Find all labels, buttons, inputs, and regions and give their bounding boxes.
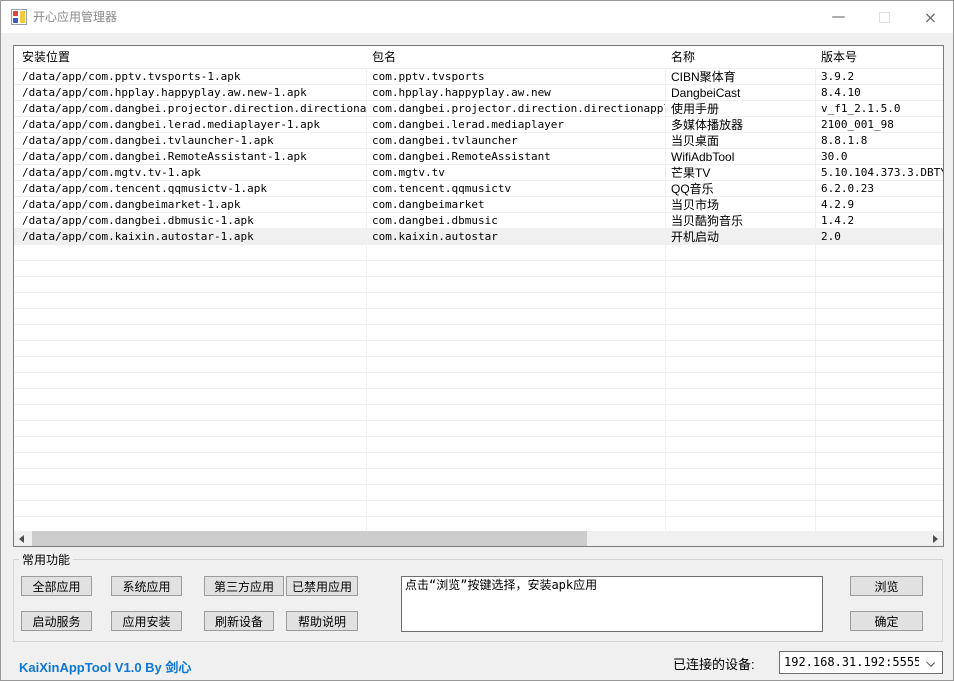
cell-app-name: CIBN聚体育 — [665, 69, 815, 85]
cell-app-name: 使用手册 — [665, 101, 815, 117]
device-select[interactable]: 192.168.31.192:5555 — [779, 651, 943, 674]
horizontal-scrollbar[interactable] — [14, 531, 943, 546]
cell-install-location: /data/app/com.pptv.tvsports-1.apk — [14, 69, 366, 85]
table-row[interactable]: /data/app/com.dangbei.RemoteAssistant-1.… — [14, 149, 943, 165]
cell-app-name: 当贝桌面 — [665, 133, 815, 149]
ok-button[interactable]: 确定 — [850, 611, 923, 631]
cell-version: 1.4.2 — [815, 213, 943, 229]
table-row[interactable]: /data/app/com.dangbei.lerad.mediaplayer-… — [14, 117, 943, 133]
cell-app-name: QQ音乐 — [665, 181, 815, 197]
cell-app-name: 开机启动 — [665, 229, 815, 245]
cell-version: v_f1_2.1.5.0 — [815, 101, 943, 117]
table-row[interactable]: /data/app/com.kaixin.autostar-1.apk com.… — [14, 229, 943, 245]
cell-version: 6.2.0.23 — [815, 181, 943, 197]
help-button[interactable]: 帮助说明 — [286, 611, 358, 631]
table-row[interactable]: /data/app/com.tencent.qqmusictv-1.apk co… — [14, 181, 943, 197]
cell-install-location: /data/app/com.mgtv.tv-1.apk — [14, 165, 366, 181]
cell-version: 30.0 — [815, 149, 943, 165]
refresh-device-button[interactable]: 刷新设备 — [204, 611, 274, 631]
table-row[interactable]: /data/app/com.hpplay.happyplay.aw.new-1.… — [14, 85, 943, 101]
start-service-button[interactable]: 启动服务 — [21, 611, 92, 631]
cell-app-name: 芒果TV — [665, 165, 815, 181]
app-window: 开心应用管理器 — □ × 安装位置 包名 名称 版本号 /data/app/c… — [0, 0, 954, 681]
cell-app-name: WifiAdbTool — [665, 149, 815, 165]
device-select-value: 192.168.31.192:5555 — [784, 652, 919, 673]
cell-app-name: 当贝酷狗音乐 — [665, 213, 815, 229]
app-version-label: KaiXinAppTool V1.0 By 剑心 — [19, 657, 191, 676]
cell-version: 3.9.2 — [815, 69, 943, 85]
maximize-icon[interactable]: □ — [862, 1, 907, 33]
app-icon — [11, 9, 27, 25]
cell-version: 2100_001_98 — [815, 117, 943, 133]
cell-install-location: /data/app/com.dangbei.RemoteAssistant-1.… — [14, 149, 366, 165]
cell-version: 8.8.1.8 — [815, 133, 943, 149]
cell-version: 4.2.9 — [815, 197, 943, 213]
cell-install-location: /data/app/com.kaixin.autostar-1.apk — [14, 229, 366, 245]
header-package-name[interactable]: 包名 — [366, 46, 665, 69]
disabled-apps-button[interactable]: 已禁用应用 — [286, 576, 358, 596]
scrollbar-thumb[interactable] — [32, 531, 587, 546]
cell-package-name: com.dangbei.tvlauncher — [366, 133, 665, 149]
cell-app-name: 多媒体播放器 — [665, 117, 815, 133]
table-header: 安装位置 包名 名称 版本号 — [14, 46, 943, 69]
table-row[interactable]: /data/app/com.dangbei.dbmusic-1.apk com.… — [14, 213, 943, 229]
cell-package-name: com.kaixin.autostar — [366, 229, 665, 245]
cell-version: 8.4.10 — [815, 85, 943, 101]
all-apps-button[interactable]: 全部应用 — [21, 576, 92, 596]
connected-device-label: 已连接的设备: — [673, 654, 755, 673]
table-rows: /data/app/com.pptv.tvsports-1.apk com.pp… — [14, 69, 943, 531]
table-inner: 安装位置 包名 名称 版本号 /data/app/com.pptv.tvspor… — [14, 46, 943, 546]
header-install-location[interactable]: 安装位置 — [14, 46, 366, 69]
cell-package-name: com.dangbei.lerad.mediaplayer — [366, 117, 665, 133]
groupbox-title: 常用功能 — [19, 551, 73, 568]
third-party-apps-button[interactable]: 第三方应用 — [204, 576, 284, 596]
table-row[interactable]: /data/app/com.pptv.tvsports-1.apk com.pp… — [14, 69, 943, 85]
header-version[interactable]: 版本号 — [815, 46, 943, 69]
app-list-table: 安装位置 包名 名称 版本号 /data/app/com.pptv.tvspor… — [13, 45, 944, 547]
cell-app-name: DangbeiCast — [665, 85, 815, 101]
close-icon[interactable]: × — [908, 1, 953, 33]
browse-button[interactable]: 浏览 — [850, 576, 923, 596]
cell-package-name: com.pptv.tvsports — [366, 69, 665, 85]
header-app-name[interactable]: 名称 — [665, 46, 815, 69]
cell-install-location: /data/app/com.dangbei.projector.directio… — [14, 101, 366, 117]
table-row[interactable]: /data/app/com.dangbei.projector.directio… — [14, 101, 943, 117]
cell-package-name: com.mgtv.tv — [366, 165, 665, 181]
cell-install-location: /data/app/com.dangbei.dbmusic-1.apk — [14, 213, 366, 229]
titlebar: 开心应用管理器 — □ × — [1, 1, 953, 33]
system-apps-button[interactable]: 系统应用 — [111, 576, 182, 596]
apk-path-textbox[interactable]: 点击“浏览”按键选择，安装apk应用 — [401, 576, 823, 632]
scroll-left-icon[interactable] — [14, 531, 29, 546]
cell-version: 5.10.104.373.3.DBTY_1 — [815, 165, 943, 181]
cell-install-location: /data/app/com.dangbei.tvlauncher-1.apk — [14, 133, 366, 149]
cell-version: 2.0 — [815, 229, 943, 245]
minimize-icon[interactable]: — — [816, 1, 861, 33]
window-title: 开心应用管理器 — [33, 1, 117, 33]
cell-install-location: /data/app/com.hpplay.happyplay.aw.new-1.… — [14, 85, 366, 101]
cell-package-name: com.hpplay.happyplay.aw.new — [366, 85, 665, 101]
cell-package-name: com.dangbeimarket — [366, 197, 665, 213]
cell-install-location: /data/app/com.dangbeimarket-1.apk — [14, 197, 366, 213]
cell-package-name: com.dangbei.RemoteAssistant — [366, 149, 665, 165]
cell-package-name: com.dangbei.projector.direction.directio… — [366, 101, 665, 117]
cell-package-name: com.tencent.qqmusictv — [366, 181, 665, 197]
table-row[interactable]: /data/app/com.mgtv.tv-1.apk com.mgtv.tv … — [14, 165, 943, 181]
table-row[interactable]: /data/app/com.dangbeimarket-1.apk com.da… — [14, 197, 943, 213]
scroll-right-icon[interactable] — [928, 531, 943, 546]
cell-install-location: /data/app/com.tencent.qqmusictv-1.apk — [14, 181, 366, 197]
cell-package-name: com.dangbei.dbmusic — [366, 213, 665, 229]
cell-app-name: 当贝市场 — [665, 197, 815, 213]
chevron-down-icon — [926, 658, 935, 667]
install-app-button[interactable]: 应用安装 — [111, 611, 182, 631]
cell-install-location: /data/app/com.dangbei.lerad.mediaplayer-… — [14, 117, 366, 133]
table-row[interactable]: /data/app/com.dangbei.tvlauncher-1.apk c… — [14, 133, 943, 149]
